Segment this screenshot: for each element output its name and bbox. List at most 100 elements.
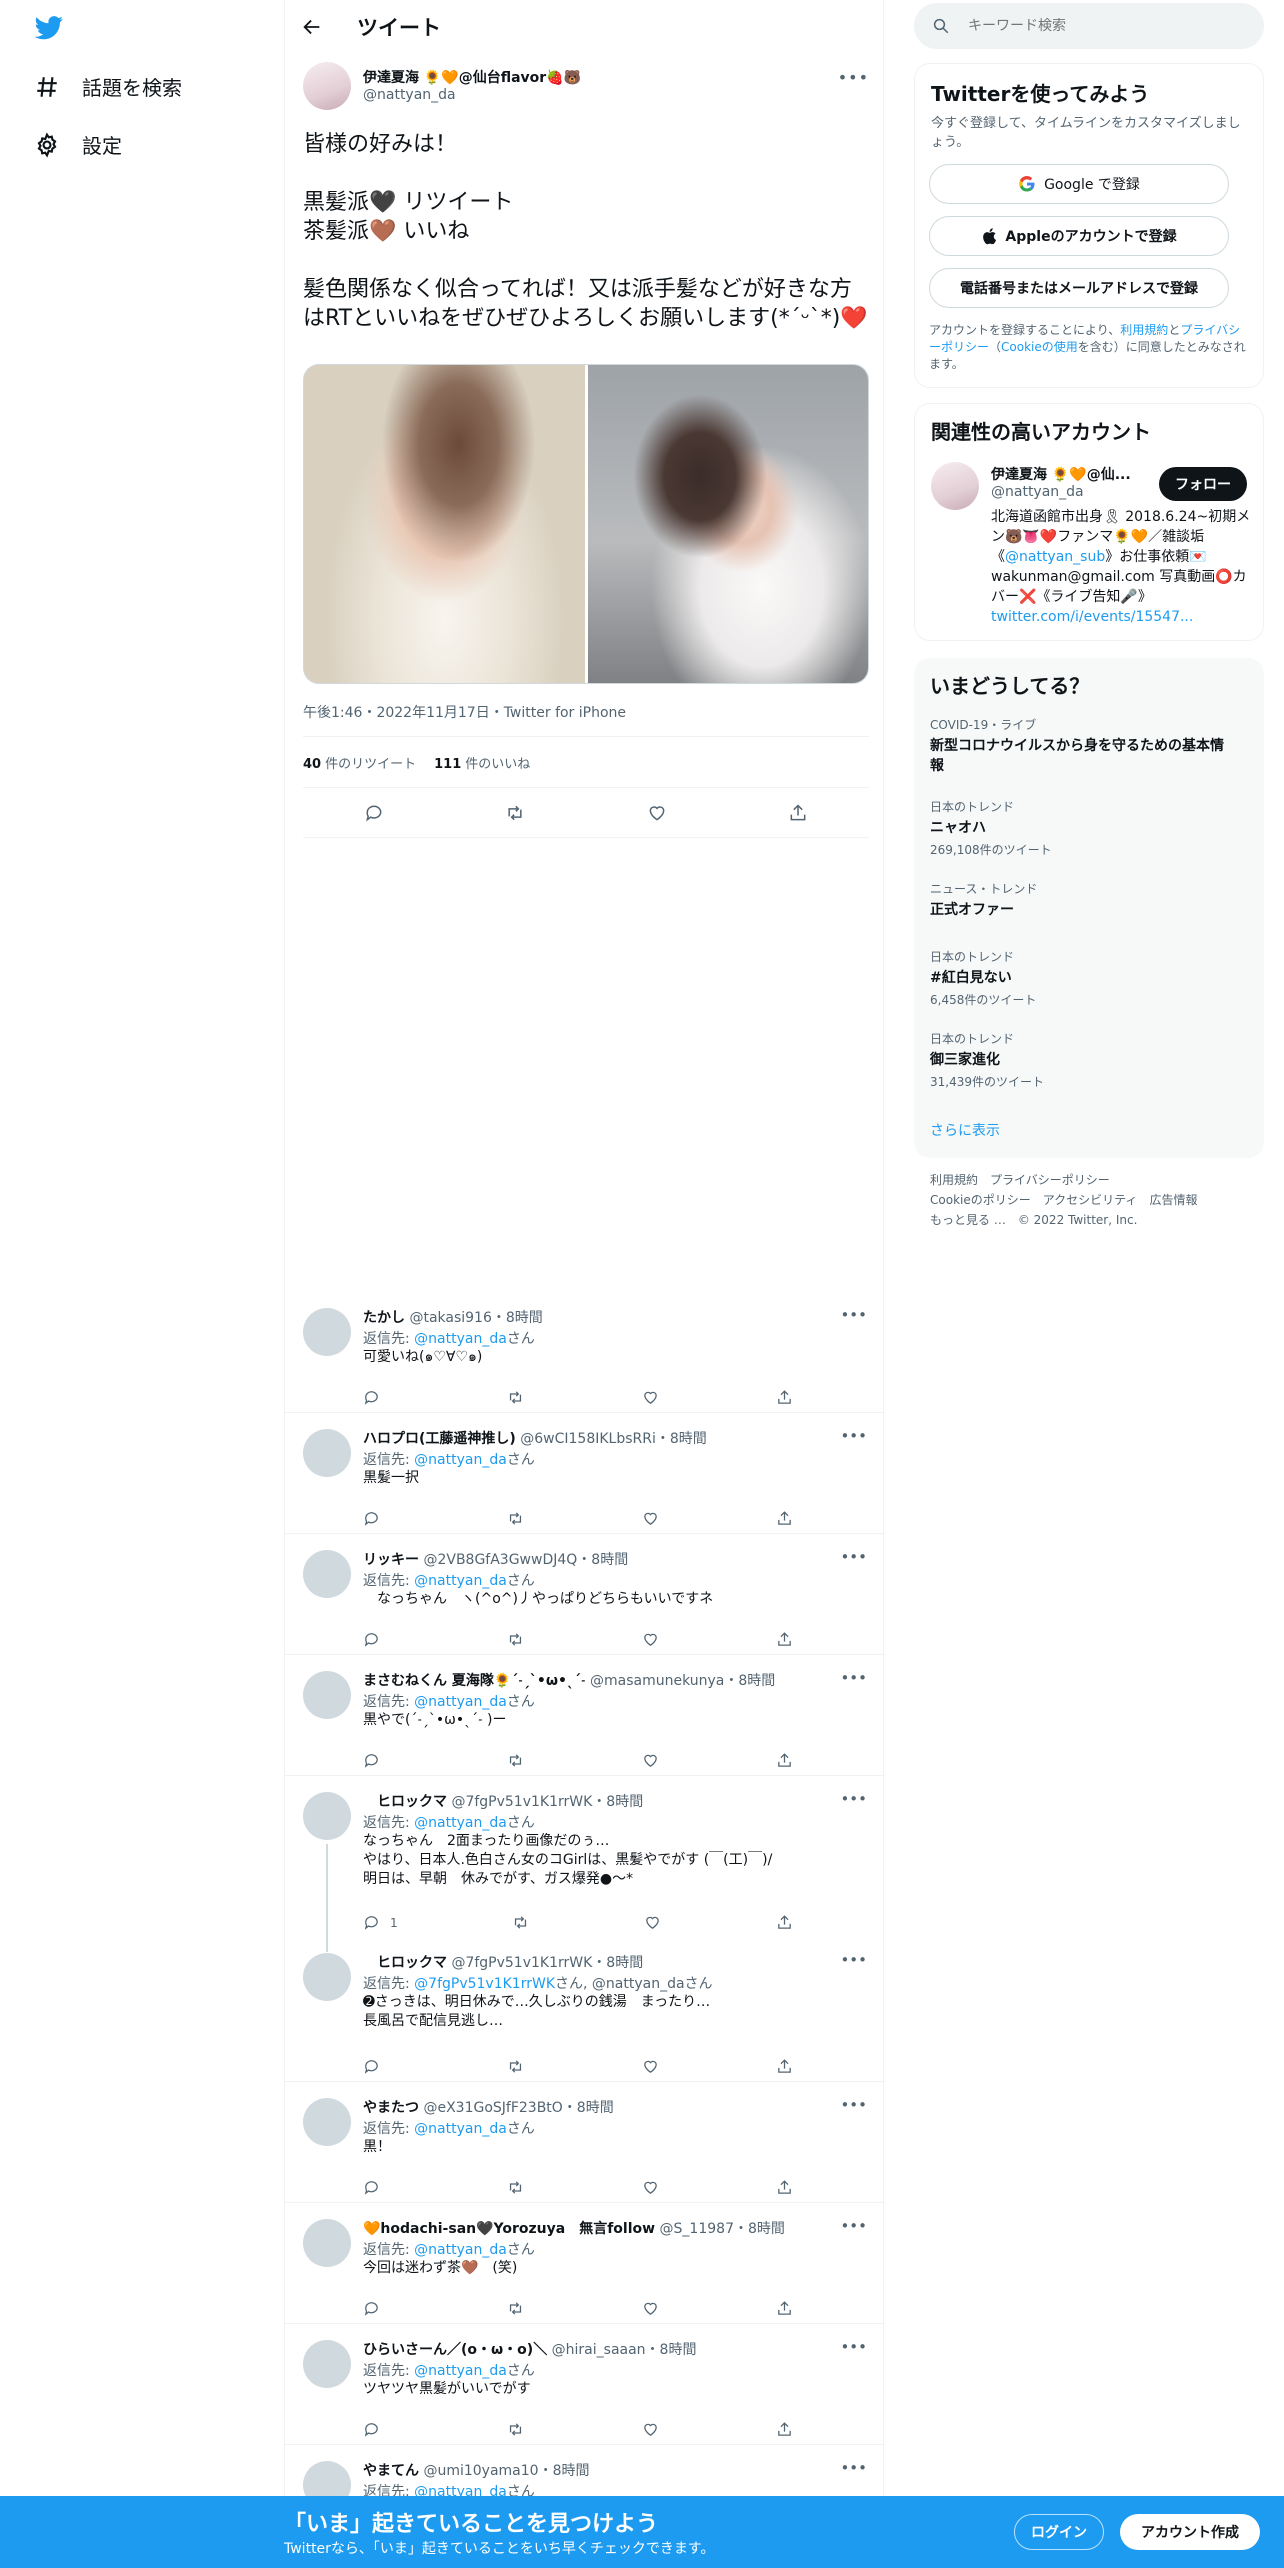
retweet-icon[interactable] <box>505 803 525 823</box>
avatar[interactable] <box>303 1429 351 1477</box>
related-account-name[interactable]: 伊達夏海 🌻🧡@仙... <box>991 464 1141 484</box>
terms-link[interactable]: 利用規約 <box>1120 323 1168 337</box>
avatar[interactable] <box>303 2098 351 2146</box>
reply-to-link[interactable]: @nattyan_da <box>414 1694 507 1710</box>
like-icon[interactable] <box>642 1510 659 1527</box>
reply-author-name[interactable]: 🧡hodachi-san🖤Yorozuya 無言follow <box>363 2221 655 2237</box>
reply-action[interactable] <box>363 2300 390 2317</box>
more-options-icon[interactable]: ••• <box>840 2096 867 2114</box>
reply-author-name[interactable]: やまてん <box>363 2463 419 2479</box>
like-icon[interactable] <box>642 2300 659 2317</box>
reply-author-name[interactable]: リッキー <box>363 1552 419 1568</box>
google-signup-button[interactable]: Google で登録 <box>929 164 1229 204</box>
reply-tweet[interactable]: ヒロックマ @7fgPv51v1K1rrWK・8時間 ••• 返信先: @natty… <box>285 1776 885 1937</box>
share-icon[interactable] <box>776 1752 793 1769</box>
reply-author-name[interactable]: ハロプロ(工藤遥神推し) <box>363 1431 516 1447</box>
reply-to-link[interactable]: @7fgPv51v1K1rrWK <box>414 1976 555 1992</box>
avatar[interactable] <box>303 1550 351 1598</box>
avatar[interactable] <box>931 462 979 510</box>
reply-author-name[interactable]: ひらいさーん／(o・ω・o)＼ <box>363 2342 547 2358</box>
more-options-icon[interactable]: ••• <box>838 68 869 87</box>
avatar[interactable] <box>303 1953 351 2001</box>
reply-action[interactable] <box>363 1752 390 1769</box>
search-bar[interactable] <box>914 3 1264 49</box>
retweet-icon[interactable] <box>507 2421 524 2438</box>
apple-signup-button[interactable]: Appleのアカウントで登録 <box>929 216 1229 256</box>
reply-action[interactable] <box>363 2179 390 2196</box>
reply-meta[interactable]: @masamunekunya・8時間 <box>590 1673 775 1689</box>
avatar[interactable] <box>303 1671 351 1719</box>
reply-action[interactable] <box>363 1631 390 1648</box>
reply-to-link[interactable]: @nattyan_da <box>414 2242 507 2258</box>
twitter-logo-icon[interactable] <box>34 16 64 40</box>
reply-meta[interactable]: @eX31GoSJfF23BtO・8時間 <box>423 2100 613 2116</box>
signup-button[interactable]: アカウント作成 <box>1120 2514 1260 2550</box>
retweet-icon[interactable] <box>507 2179 524 2196</box>
more-options-icon[interactable]: ••• <box>840 2217 867 2235</box>
tweet-timestamp[interactable]: 午後1:46・2022年11月17日・Twitter for iPhone <box>303 702 626 722</box>
search-input[interactable] <box>968 18 1228 34</box>
reply-to-link[interactable]: @nattyan_da <box>414 1331 507 1347</box>
show-more-link[interactable]: さらに表示 <box>930 1120 1000 1140</box>
more-options-icon[interactable]: ••• <box>840 1790 867 1808</box>
reply-tweet[interactable]: ひらいさーん／(o・ω・o)＼ @hirai_saaan・8時間 ••• 返信先: … <box>285 2324 885 2445</box>
share-icon[interactable] <box>776 1914 793 1931</box>
avatar[interactable] <box>303 2340 351 2388</box>
footer-ads[interactable]: 広告情報 <box>1149 1193 1197 1207</box>
share-icon[interactable] <box>776 1389 793 1406</box>
related-account-handle[interactable]: @nattyan_da <box>991 484 1084 500</box>
share-icon[interactable] <box>788 803 808 823</box>
reply-author-name[interactable]: たかし <box>363 1310 405 1326</box>
trend-item[interactable]: COVID-19・ライブ 新型コロナウイルスから身を守るための基本情報 <box>930 716 1230 779</box>
reply-tweet[interactable]: リッキー @2VB8GfA3GwwDJ4Q・8時間 ••• 返信先: @nattya… <box>285 1534 885 1655</box>
more-options-icon[interactable]: ••• <box>840 1951 867 1969</box>
like-icon[interactable] <box>642 1631 659 1648</box>
avatar[interactable] <box>303 1308 351 1356</box>
reply-action[interactable]: 1 <box>363 1914 398 1931</box>
reply-to-link[interactable]: @nattyan_da <box>414 1573 507 1589</box>
trend-item[interactable]: 日本のトレンド #紅白見ない 6,458件のツイート <box>930 948 1230 1008</box>
avatar[interactable] <box>303 1792 351 1840</box>
tweet-author-handle[interactable]: @nattyan_da <box>363 87 456 103</box>
login-button[interactable]: ログイン <box>1014 2514 1104 2550</box>
reply-action[interactable] <box>363 2421 390 2438</box>
reply-meta[interactable]: @takasi916・8時間 <box>409 1310 542 1326</box>
like-icon[interactable] <box>642 1752 659 1769</box>
like-icon[interactable] <box>647 803 667 823</box>
retweet-icon[interactable] <box>507 1510 524 1527</box>
reply-meta[interactable]: @6wCI158IKLbsRRi・8時間 <box>520 1431 707 1447</box>
reply-author-name[interactable]: まさむねくん 夏海隊🌻ˊ˗ˏˋ•ω•ˎˊ˗ <box>363 1673 586 1689</box>
like-icon[interactable] <box>642 2421 659 2438</box>
trend-item[interactable]: ニュース・トレンド 正式オファー <box>930 880 1230 923</box>
like-icon[interactable] <box>642 2058 659 2075</box>
reply-tweet[interactable]: やまたつ @eX31GoSJfF23BtO・8時間 ••• 返信先: @nattya… <box>285 2082 885 2203</box>
reply-to-link[interactable]: @nattyan_da <box>414 1452 507 1468</box>
reply-meta[interactable]: @umi10yama10・8時間 <box>423 2463 589 2479</box>
back-arrow-icon[interactable] <box>301 16 323 38</box>
more-options-icon[interactable]: ••• <box>840 1669 867 1687</box>
bio-link-sub[interactable]: @nattyan_sub <box>1005 549 1105 565</box>
avatar[interactable] <box>303 2219 351 2267</box>
reply-meta[interactable]: @S_11987・8時間 <box>660 2221 785 2237</box>
footer-more[interactable]: もっと見る … <box>930 1213 1006 1227</box>
like-icon[interactable] <box>642 1389 659 1406</box>
trend-item[interactable]: 日本のトレンド 御三家進化 31,439件のツイート <box>930 1030 1230 1090</box>
reply-to-link[interactable]: @nattyan_da <box>414 1815 507 1831</box>
tweet-photo-2[interactable] <box>587 365 868 683</box>
retweet-icon[interactable] <box>507 2058 524 2075</box>
reply-author-name[interactable]: ヒロックマ <box>363 1955 447 1971</box>
reply-to-link[interactable]: @nattyan_da <box>414 2121 507 2137</box>
avatar[interactable] <box>303 62 351 110</box>
share-icon[interactable] <box>776 2421 793 2438</box>
tweet-author-name[interactable]: 伊達夏海 🌻🧡@仙台flavor🍓🐻 <box>363 67 581 87</box>
reply-tweet[interactable]: まさむねくん 夏海隊🌻ˊ˗ˏˋ•ω•ˎˊ˗ @masamunekunya・8時間… <box>285 1655 885 1776</box>
more-options-icon[interactable]: ••• <box>840 2459 867 2477</box>
nav-settings[interactable]: 設定 <box>34 130 122 159</box>
reply-tweet[interactable]: ヒロックマ @7fgPv51v1K1rrWK・8時間 ••• 返信先: @7fgPv… <box>285 1937 885 2082</box>
footer-privacy[interactable]: プライバシーポリシー <box>990 1173 1110 1187</box>
more-options-icon[interactable]: ••• <box>840 1427 867 1445</box>
reply-author-name[interactable]: ヒロックマ <box>363 1794 447 1810</box>
reply-to-link[interactable]: @nattyan_da <box>414 2363 507 2379</box>
reply-icon[interactable] <box>364 803 384 823</box>
retweet-icon[interactable] <box>507 2300 524 2317</box>
